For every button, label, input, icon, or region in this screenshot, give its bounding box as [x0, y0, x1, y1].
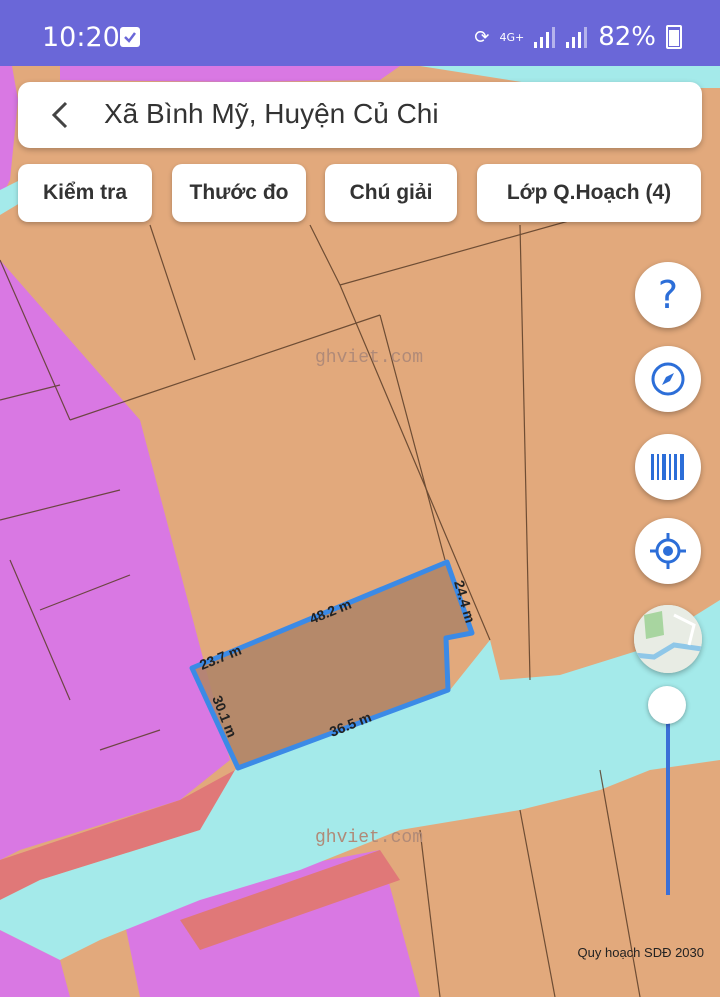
check-button[interactable]: Kiểm tra [18, 164, 152, 222]
back-arrow-icon[interactable] [46, 100, 76, 130]
sync-icon: ⟳ [474, 26, 490, 48]
battery-level: 82% [598, 22, 656, 52]
compass-button[interactable] [635, 346, 701, 412]
status-right: ⟳ 4G+ 82% [474, 22, 682, 52]
compass-icon [651, 362, 685, 396]
signal-icon-2 [566, 26, 588, 48]
map-thumbnail-icon [634, 605, 702, 673]
locate-button[interactable] [635, 518, 701, 584]
checkbox-icon [120, 27, 140, 47]
signal-icon [534, 26, 556, 48]
measure-button[interactable]: Thước đo [172, 164, 306, 222]
crosshair-icon [650, 533, 686, 569]
status-time: 10:20 [42, 22, 120, 53]
zone-commercial-top [60, 66, 400, 82]
legend-button[interactable]: Chú giải [325, 164, 457, 222]
map-canvas[interactable]: ghviet.com ghviet.com 48.2 m 24.4 m 23.7… [0, 0, 720, 997]
zoom-slider-track[interactable] [666, 705, 670, 895]
barcode-button[interactable] [635, 434, 701, 500]
location-title[interactable]: Xã Bình Mỹ, Huyện Củ Chi [104, 98, 439, 130]
barcode-icon [651, 454, 684, 480]
network-label: 4G+ [499, 30, 525, 44]
question-icon: ? [657, 273, 679, 317]
zoom-slider-knob[interactable] [648, 686, 686, 724]
layers-button[interactable]: Lớp Q.Hoạch (4) [477, 164, 701, 222]
watermark-top: ghviet.com [315, 348, 423, 368]
basemap-thumbnail[interactable] [634, 605, 702, 673]
map-attribution: Quy hoạch SDĐ 2030 [577, 945, 704, 960]
battery-icon [666, 25, 682, 49]
status-bar: 10:20 ⟳ 4G+ 82% [0, 0, 720, 66]
help-button[interactable]: ? [635, 262, 701, 328]
search-bar[interactable]: Xã Bình Mỹ, Huyện Củ Chi [18, 82, 702, 148]
watermark-bottom: ghviet.com [315, 828, 423, 848]
